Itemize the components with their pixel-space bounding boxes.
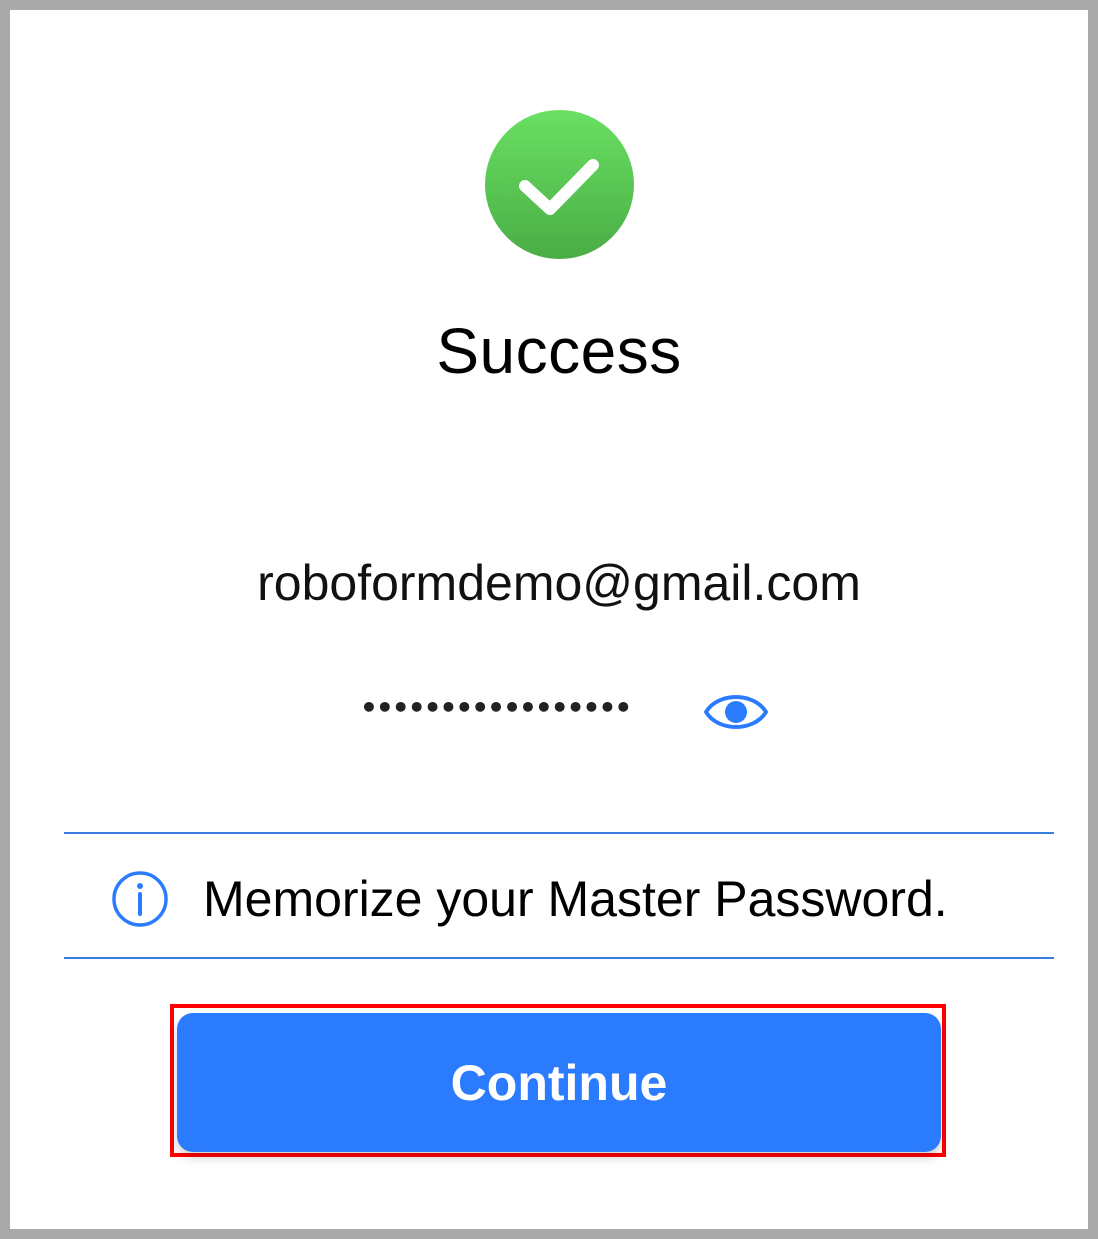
divider-top	[64, 832, 1054, 834]
continue-button[interactable]: Continue	[177, 1013, 941, 1152]
info-icon	[111, 870, 169, 928]
checkmark-circle-icon	[485, 110, 634, 259]
checkmark-icon	[519, 159, 599, 215]
dialog-frame: Success roboformdemo@gmail.com •••••••••…	[0, 0, 1098, 1239]
memorize-notice: Memorize your Master Password.	[203, 871, 948, 927]
masked-password: •••••••••••••••••	[360, 691, 632, 724]
page-title: Success	[436, 315, 682, 387]
account-email: roboformdemo@gmail.com	[257, 555, 861, 611]
divider-bottom	[64, 957, 1054, 959]
eye-icon[interactable]	[702, 686, 770, 738]
